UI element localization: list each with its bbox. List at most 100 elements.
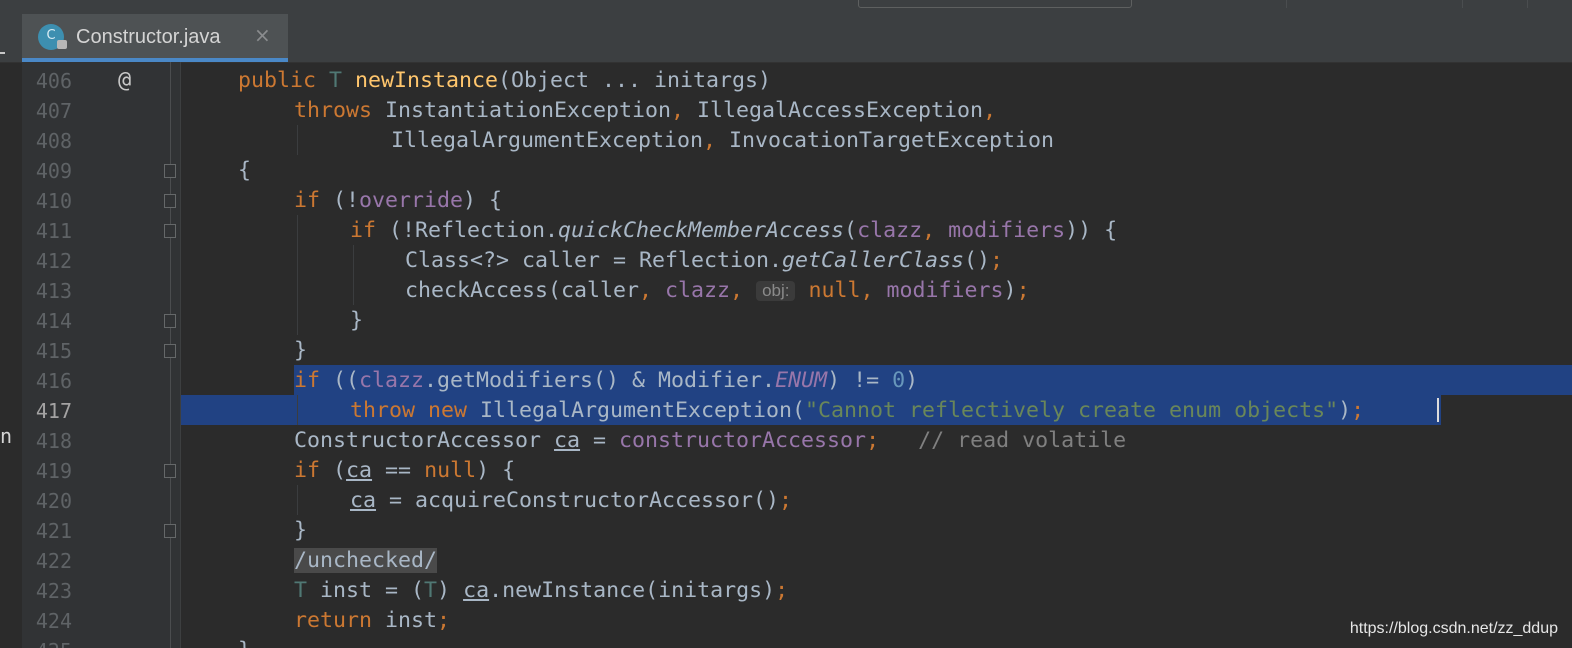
comment: // read volatile <box>879 428 1127 453</box>
fold-end-icon[interactable] <box>164 524 176 538</box>
fold-icon[interactable] <box>164 224 176 238</box>
code-line-417[interactable]: 417 throw new IllegalArgumentException("… <box>22 396 1572 426</box>
punct: , <box>671 98 698 123</box>
code-text: } <box>238 640 251 648</box>
code-line-409[interactable]: 409 { <box>22 156 1572 186</box>
line-number: 417 <box>35 399 72 423</box>
code-text: return inst; <box>294 610 450 632</box>
close-icon[interactable]: × <box>254 23 271 47</box>
exception-type: InstantiationException <box>385 98 672 123</box>
toolbar-search-field[interactable] <box>858 0 1132 8</box>
punct: , <box>639 278 666 303</box>
code-text: if ((clazz.getModifiers() & Modifier.ENU… <box>294 370 918 392</box>
keyword: if <box>294 368 334 393</box>
left-panel-edge-text: n <box>0 424 13 448</box>
parameter-hint: obj: <box>756 281 796 301</box>
brace: } <box>238 638 251 648</box>
keyword: throw <box>350 398 429 423</box>
method-call: .newInstance(initargs) <box>489 578 776 603</box>
number: 0 <box>892 368 906 393</box>
fold-end-icon[interactable] <box>164 344 176 358</box>
punct: , <box>922 218 949 243</box>
field: modifiers <box>948 218 1066 243</box>
punct: , <box>860 278 887 303</box>
punct: ) <box>437 578 464 603</box>
code-line-412[interactable]: 412 Class<?> caller = Reflection.getCall… <box>22 246 1572 276</box>
code-line-407[interactable]: 407 throws InstantiationException, Illeg… <box>22 96 1572 126</box>
fold-end-icon[interactable] <box>164 314 176 328</box>
punct: , <box>730 278 757 303</box>
punct: (!Reflection. <box>389 218 559 243</box>
code-text: IllegalArgumentException, InvocationTarg… <box>391 130 1054 152</box>
declaration: Class<?> caller = Reflection. <box>405 248 783 273</box>
code-text: /unchecked/ <box>294 548 438 573</box>
code-line-418[interactable]: 418 ConstructorAccessor ca = constructor… <box>22 426 1572 456</box>
brace: } <box>350 308 364 333</box>
method-call: = acquireConstructorAccessor() <box>376 488 780 513</box>
code-line-419[interactable]: 419 if (ca == null) { <box>22 456 1572 486</box>
punct: ) <box>1003 278 1017 303</box>
code-line-414[interactable]: 414 } <box>22 306 1572 336</box>
brace: } <box>294 338 308 363</box>
keyword: return <box>294 608 386 633</box>
code-line-410[interactable]: 410 if (!override) { <box>22 186 1572 216</box>
code-line-423[interactable]: 423 T inst = (T) ca.newInstance(initargs… <box>22 576 1572 606</box>
code-line-416[interactable]: 416 if ((clazz.getModifiers() & Modifier… <box>22 366 1572 396</box>
line-number: 423 <box>35 579 72 603</box>
code-line-424[interactable]: 424 return inst; <box>22 606 1572 636</box>
punct: ( <box>844 218 858 243</box>
line-number: 420 <box>35 489 72 513</box>
code-line-415[interactable]: 415 } <box>22 336 1572 366</box>
punct: , <box>703 128 730 153</box>
editor-tab-bar: C Constructor.java × <box>0 14 1572 63</box>
code-text: checkAccess(caller, clazz, obj: null, mo… <box>405 280 1030 302</box>
punct: (( <box>333 368 360 393</box>
punct: )) { <box>1065 218 1118 243</box>
code-line-413[interactable]: 413 checkAccess(caller, clazz, obj: null… <box>22 276 1572 306</box>
code-text: T inst = (T) ca.newInstance(initargs); <box>294 580 788 602</box>
code-line-408[interactable]: 408 IllegalArgumentException, Invocation… <box>22 126 1572 156</box>
exception-type: InvocationTargetException <box>729 128 1055 153</box>
code-text: Class<?> caller = Reflection.getCallerCl… <box>405 250 1003 272</box>
field: clazz <box>665 278 731 303</box>
code-text: throws InstantiationException, IllegalAc… <box>294 100 996 122</box>
punct: ) { <box>463 188 503 213</box>
keyword: if <box>294 458 334 483</box>
punct: ( <box>333 458 347 483</box>
exception-type: IllegalAccessException <box>697 98 984 123</box>
punct: (! <box>333 188 360 213</box>
line-number: 418 <box>35 429 72 453</box>
field: override <box>359 188 464 213</box>
toolbar-separator <box>1527 0 1528 8</box>
punct: ) { <box>476 458 516 483</box>
field: modifiers <box>886 278 1004 303</box>
code-line-425[interactable]: 425 } <box>22 636 1572 648</box>
exception-type: IllegalArgumentException <box>391 128 704 153</box>
method-call: .getModifiers() & Modifier. <box>424 368 776 393</box>
brace: { <box>238 158 252 183</box>
code-line-420[interactable]: 420 ca = acquireConstructorAccessor(); <box>22 486 1572 516</box>
line-number: 419 <box>35 459 72 483</box>
code-line-421[interactable]: 421 } <box>22 516 1572 546</box>
code-text: if (ca == null) { <box>294 460 515 482</box>
method-call: checkAccess(caller <box>405 278 640 303</box>
line-number: 410 <box>35 189 72 213</box>
fold-icon[interactable] <box>164 164 176 178</box>
line-number: 408 <box>35 129 72 153</box>
field: constructorAccessor <box>619 428 867 453</box>
tab-constructor-java[interactable]: C Constructor.java × <box>22 14 288 62</box>
fold-icon[interactable] <box>164 464 176 478</box>
fold-icon[interactable] <box>164 194 176 208</box>
annotation-gutter-icon[interactable]: @ <box>118 68 131 93</box>
code-line-406[interactable]: 406 @ public T newInstance(Object ... in… <box>22 66 1572 96</box>
code-line-411[interactable]: 411 if (!Reflection.quickCheckMemberAcce… <box>22 216 1572 246</box>
line-number: 407 <box>35 99 72 123</box>
line-number: 412 <box>35 249 72 273</box>
class-name: IllegalArgumentException( <box>480 398 806 423</box>
code-line-422[interactable]: 422 /unchecked/ <box>22 546 1572 576</box>
type-param: T <box>424 578 438 603</box>
line-number: 424 <box>35 609 72 633</box>
keyword: public <box>238 68 330 93</box>
variable: inst <box>385 608 438 633</box>
static-method: getCallerClass <box>782 248 965 273</box>
